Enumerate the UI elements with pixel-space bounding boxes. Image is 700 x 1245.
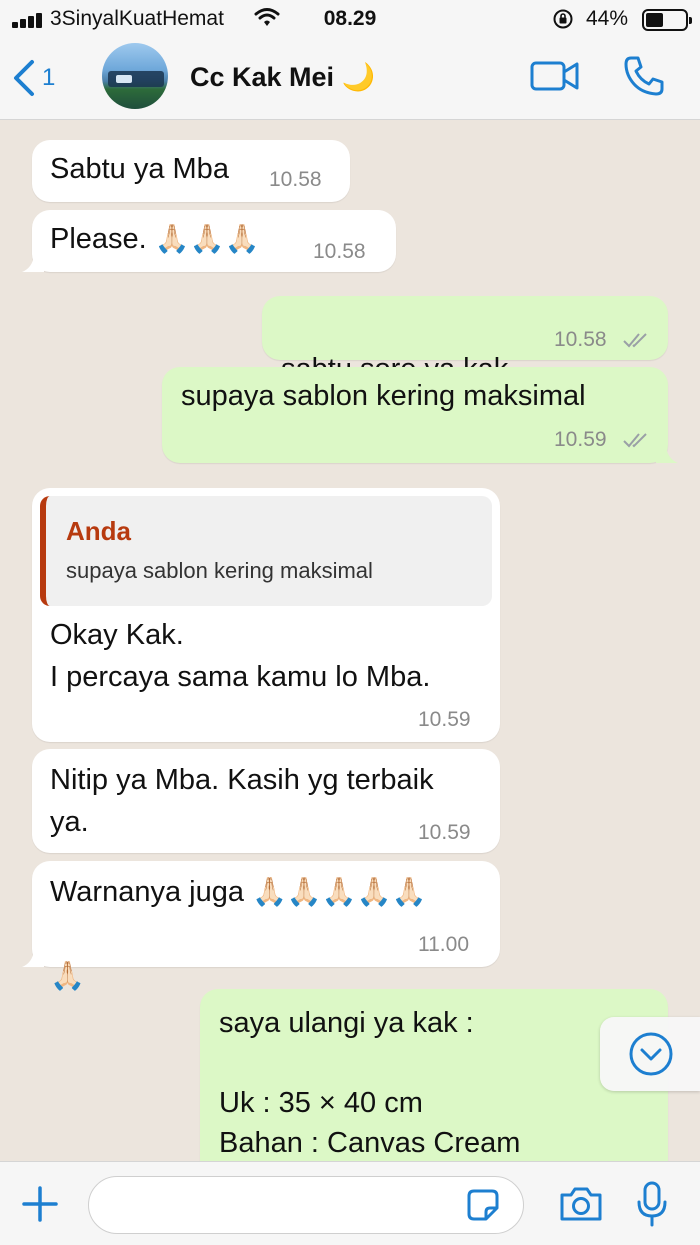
chevron-down-icon	[629, 1032, 673, 1076]
pray-emoji: 🙏🏻	[50, 960, 85, 991]
quote-author: Anda	[66, 516, 131, 546]
plus-icon[interactable]	[20, 1184, 60, 1224]
double-check-icon	[623, 333, 647, 348]
avatar[interactable]	[102, 43, 168, 109]
message-input[interactable]	[88, 1176, 524, 1234]
message-bubble[interactable]: sabtu sore ya kak 10.58	[262, 296, 668, 385]
message-text-body: Please.	[50, 223, 147, 255]
chat-header: 1 Cc Kak Mei 🌙	[0, 38, 700, 120]
message-bubble[interactable]: Sabtu ya Mba 10.58	[32, 140, 350, 202]
quote-text: supaya sablon kering maksimal	[66, 558, 373, 583]
message-bubble[interactable]: Warnanya juga 🙏🏻🙏🏻🙏🏻🙏🏻🙏🏻 🙏🏻 11.00	[22, 861, 500, 990]
message-bubble[interactable]: Nitip ya Mba. Kasih yg terbaik ya. 10.59	[32, 749, 500, 853]
sticker-icon[interactable]	[466, 1188, 500, 1222]
message-text: Please. 🙏🏻🙏🏻🙏🏻	[50, 218, 259, 260]
unread-count: 1	[42, 64, 56, 91]
battery-percent: 44%	[586, 7, 629, 30]
bubble-tail	[22, 951, 44, 967]
message-text: Sabtu ya Mba	[50, 153, 229, 185]
camera-icon[interactable]	[558, 1184, 604, 1224]
message-bubble[interactable]: supaya sablon kering maksimal 10.59	[162, 367, 678, 463]
message-list[interactable]: Sabtu ya Mba 10.58 Please. 🙏🏻🙏🏻🙏🏻 10.58 …	[0, 121, 700, 1161]
message-text: Okay Kak. I percaya sama kamu lo Mba.	[50, 619, 431, 693]
message-time: 10.58	[554, 328, 607, 351]
video-call-icon[interactable]	[530, 56, 580, 96]
phone-icon[interactable]	[622, 54, 666, 98]
message-bubble[interactable]: Please. 🙏🏻🙏🏻🙏🏻 10.58	[22, 210, 396, 272]
bubble-tail	[22, 256, 44, 272]
message-time: 10.59	[418, 821, 471, 844]
message-bubble[interactable]: Anda supaya sablon kering maksimal Okay …	[32, 488, 500, 742]
message-text: Warnanya juga 🙏🏻🙏🏻🙏🏻🙏🏻🙏🏻	[50, 871, 426, 913]
message-time: 10.58	[269, 168, 322, 191]
message-text: supaya sablon kering maksimal	[181, 380, 586, 412]
pray-emoji: 🙏🏻🙏🏻🙏🏻	[154, 223, 260, 254]
message-text: saya ulangi ya kak : Uk : 35 × 40 cm Bah…	[219, 1007, 521, 1159]
message-time: 10.59	[554, 428, 607, 451]
bubble-tail	[656, 447, 678, 463]
double-check-icon	[623, 433, 647, 448]
orientation-lock-icon	[553, 9, 573, 29]
contact-name[interactable]: Cc Kak Mei 🌙	[190, 61, 375, 93]
message-text-line2: 🙏🏻	[50, 913, 85, 997]
back-button[interactable]: 1	[10, 56, 80, 100]
message-time: 10.59	[418, 708, 471, 731]
scroll-to-bottom-button[interactable]	[600, 1017, 700, 1091]
pray-emoji: 🙏🏻🙏🏻🙏🏻🙏🏻🙏🏻	[252, 876, 427, 907]
message-bubble[interactable]: saya ulangi ya kak : Uk : 35 × 40 cm Bah…	[200, 989, 668, 1161]
message-time: 10.58	[313, 240, 366, 263]
status-bar: 3SinyalKuatHemat 08.29 44%	[0, 0, 700, 38]
message-text: Nitip ya Mba. Kasih yg terbaik ya.	[50, 764, 434, 838]
microphone-icon[interactable]	[634, 1180, 670, 1228]
quoted-message[interactable]: Anda supaya sablon kering maksimal	[40, 496, 492, 606]
composer-bar	[0, 1161, 700, 1245]
message-time: 11.00	[418, 933, 469, 956]
back-chevron-icon	[14, 60, 34, 96]
message-text-body: Warnanya juga	[50, 876, 244, 908]
battery-icon	[642, 9, 692, 31]
